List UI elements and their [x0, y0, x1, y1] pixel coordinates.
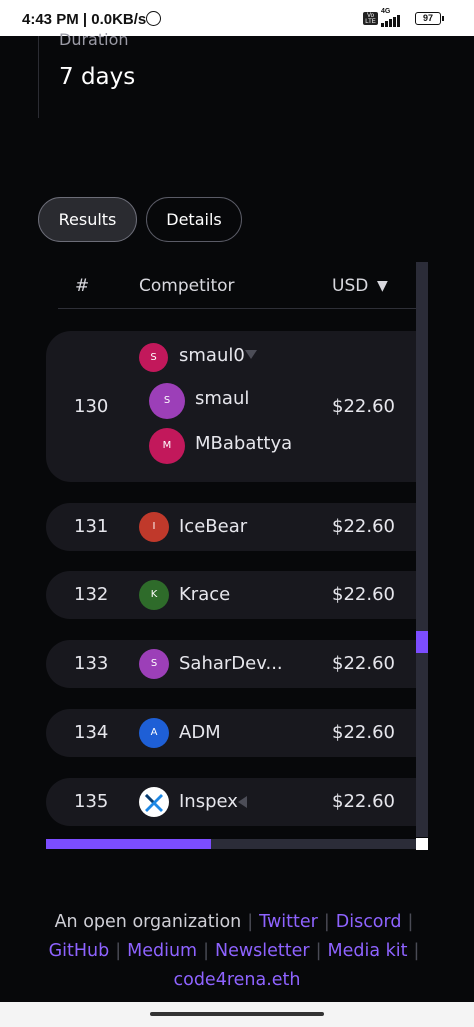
- column-header-competitor[interactable]: Competitor: [139, 276, 235, 296]
- competitor-name[interactable]: IceBear: [179, 516, 247, 537]
- team-name[interactable]: smaul0: [179, 345, 245, 366]
- scrollbar-corner: [416, 838, 428, 850]
- footer-line-2: GitHub | Medium | Newsletter | Media kit |: [48, 941, 420, 961]
- avatar: S: [139, 343, 168, 372]
- duration-value: 7 days: [59, 64, 136, 90]
- row-usd: $22.60: [332, 396, 395, 417]
- tab-details[interactable]: Details: [146, 197, 242, 242]
- column-header-usd[interactable]: USD: [332, 276, 368, 296]
- row-rank: 130: [74, 396, 109, 417]
- network-type: 4G: [381, 8, 391, 15]
- avatar: S: [149, 383, 185, 419]
- sort-down-icon[interactable]: ▼: [377, 278, 388, 294]
- whatsapp-icon: [146, 11, 161, 26]
- table-row[interactable]: 130 S smaul0 S smaul M MBabattya $22.60: [46, 331, 416, 482]
- footer-line-3: code4rena.eth: [20, 966, 454, 994]
- row-rank: 132: [74, 584, 109, 605]
- competitor-name[interactable]: Inspex: [179, 791, 238, 812]
- status-time: 4:43 PM | 0.0KB/s: [22, 11, 147, 28]
- avatar: S: [139, 649, 169, 679]
- vertical-scroll-thumb[interactable]: [416, 631, 428, 653]
- row-rank: 133: [74, 653, 109, 674]
- competitor-name[interactable]: ADM: [179, 722, 221, 743]
- duration-label: Duration: [59, 30, 129, 49]
- avatar: K: [139, 580, 169, 610]
- vertical-scrollbar[interactable]: [416, 262, 428, 837]
- row-usd: $22.60: [332, 653, 395, 674]
- table-row[interactable]: 132 K Krace $22.60: [46, 571, 416, 619]
- battery-icon: 97: [415, 12, 444, 25]
- table-row[interactable]: 134 A ADM $22.60: [46, 709, 416, 757]
- home-gesture-handle[interactable]: [150, 1012, 324, 1016]
- footer-link-medium[interactable]: Medium: [127, 941, 197, 961]
- column-header-rank: #: [75, 276, 90, 296]
- avatar: M: [149, 428, 185, 464]
- footer-link-discord[interactable]: Discord: [336, 912, 402, 932]
- expand-icon[interactable]: [238, 796, 247, 808]
- footer-link-ens[interactable]: code4rena.eth: [173, 970, 300, 990]
- avatar: I: [139, 512, 169, 542]
- inspex-logo-icon: [139, 787, 169, 817]
- row-rank: 134: [74, 722, 109, 743]
- footer-link-twitter[interactable]: Twitter: [259, 912, 318, 932]
- divider: [38, 36, 39, 118]
- footer-link-newsletter[interactable]: Newsletter: [215, 941, 310, 961]
- competitor-name[interactable]: Krace: [179, 584, 230, 605]
- volte-icon: Vo LTE: [363, 12, 378, 25]
- row-rank: 131: [74, 516, 109, 537]
- table-row[interactable]: 135 Inspex $22.60: [46, 778, 416, 826]
- header-divider: [58, 308, 416, 309]
- competitor-name[interactable]: SaharDev...: [179, 653, 283, 674]
- footer-link-media-kit[interactable]: Media kit: [328, 941, 408, 961]
- table-row[interactable]: 131 I IceBear $22.60: [46, 503, 416, 551]
- row-usd: $22.60: [332, 584, 395, 605]
- row-usd: $22.60: [332, 516, 395, 537]
- collapse-icon[interactable]: [245, 350, 257, 359]
- footer-link-github[interactable]: GitHub: [49, 941, 110, 961]
- row-usd: $22.60: [332, 791, 395, 812]
- footer-line-1: An open organization | Twitter | Discord |: [54, 912, 414, 932]
- table-row[interactable]: 133 S SaharDev... $22.60: [46, 640, 416, 688]
- member-name[interactable]: MBabattya: [195, 433, 292, 454]
- member-name[interactable]: smaul: [195, 388, 249, 409]
- tab-results[interactable]: Results: [38, 197, 137, 242]
- footer-tagline: An open organization: [54, 912, 242, 932]
- signal-icon: [381, 15, 400, 27]
- horizontal-scroll-thumb[interactable]: [46, 839, 211, 849]
- row-usd: $22.60: [332, 722, 395, 743]
- avatar: A: [139, 718, 169, 748]
- row-rank: 135: [74, 791, 109, 812]
